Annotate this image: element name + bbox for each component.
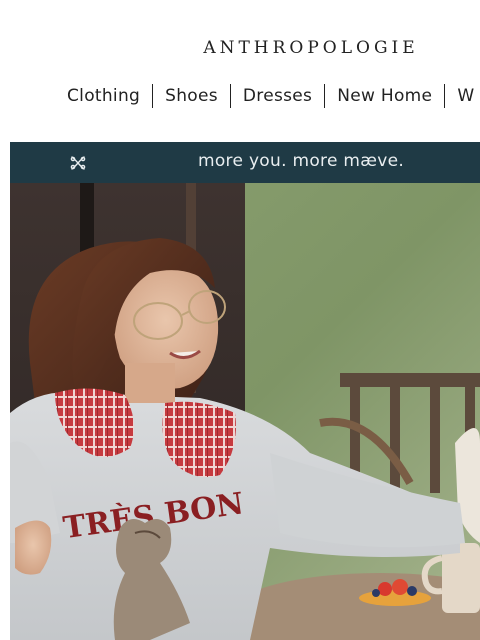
brand-logo[interactable]: ANTHROPOLOGIE xyxy=(0,38,480,58)
promo-banner[interactable]: more you. more mæve. xyxy=(10,142,480,183)
nav-item-new-home[interactable]: New Home xyxy=(325,84,444,108)
banner-tagline: more you. more mæve. xyxy=(198,151,405,171)
main-nav: Clothing Shoes Dresses New Home W xyxy=(55,84,480,108)
hero-promo[interactable]: more you. more mæve. TRÈS BON xyxy=(10,142,480,640)
nav-item-truncated[interactable]: W xyxy=(445,84,480,108)
nav-item-dresses[interactable]: Dresses xyxy=(231,84,324,108)
nav-item-clothing[interactable]: Clothing xyxy=(55,84,152,108)
hero-photo[interactable]: TRÈS BON xyxy=(10,183,480,640)
nav-item-shoes[interactable]: Shoes xyxy=(153,84,230,108)
